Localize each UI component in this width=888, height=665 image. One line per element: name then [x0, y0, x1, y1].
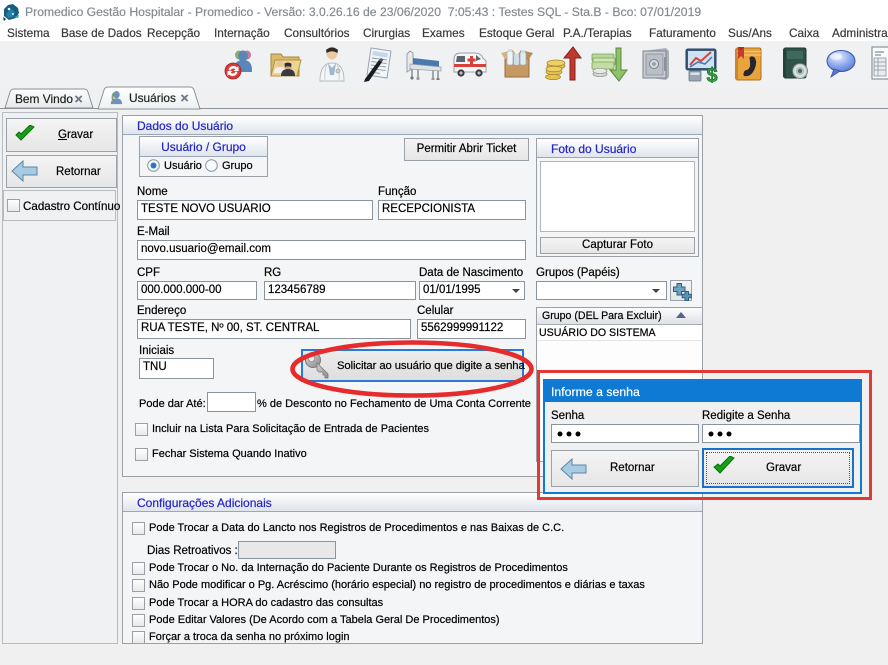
- svg-text:$: $: [706, 65, 717, 83]
